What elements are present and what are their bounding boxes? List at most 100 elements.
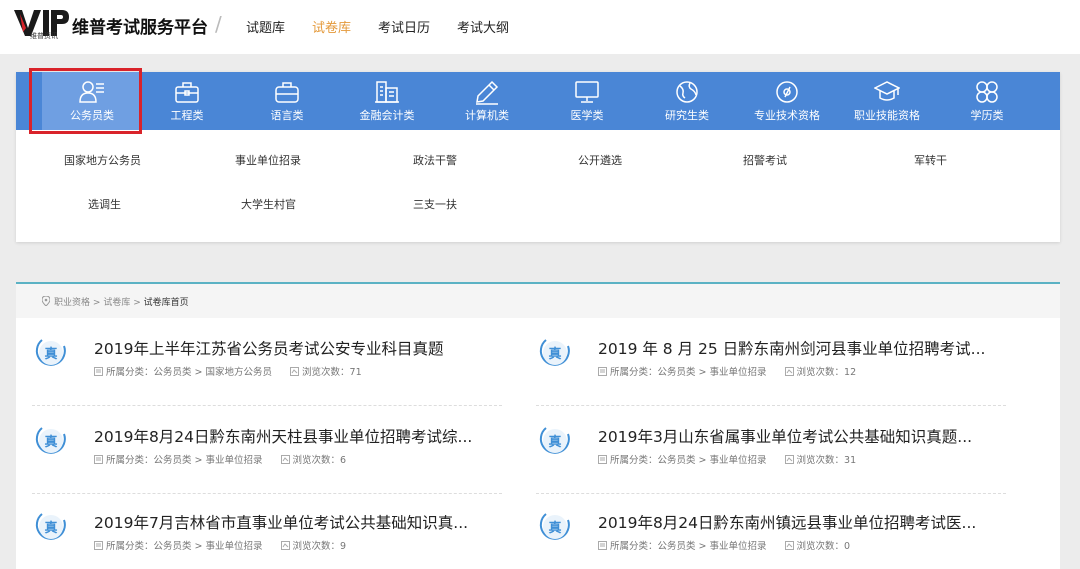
breadcrumb-separator: > [133,298,141,308]
badge-text: 真 [44,434,57,450]
title-separator: / [215,12,222,36]
category-language[interactable]: 语言类 [237,72,337,130]
subcategory-selected-graduates[interactable]: 选调生 [88,196,121,212]
category-label: 学历类 [970,109,1004,122]
paper-list-item[interactable]: 真 2019年上半年江苏省公务员考试公安专业科目真题 所属分类：公务员类 > 国家地… [32,320,502,406]
paper-category: 公务员类 > 事业单位招录 [657,455,767,466]
breadcrumb-item[interactable]: 职业资格 [54,298,90,308]
views-label: 浏览次数： [796,455,845,466]
category-icon [598,455,607,464]
at-sign-icon [776,81,798,103]
views-count: 71 [349,367,362,378]
views-label: 浏览次数： [302,367,350,378]
category-icon [598,367,607,376]
category-vocational-skill[interactable]: 职业技能资格 [837,72,937,130]
views-count: 31 [844,455,857,466]
subcategory-police-law[interactable]: 政法干警 [413,152,457,168]
views-icon [280,541,290,550]
paper-title[interactable]: 2019年7月吉林省市直事业单位考试公共基础知识真... [94,511,468,533]
category-panel: 公务员类 工程类 语言类 金融会计类 计算机类 医学类 研究生类 专业技术资格 … [16,68,1060,242]
logo-subtitle: 维普资讯 [30,32,58,40]
globe-icon [676,81,698,103]
item-divider [32,405,502,406]
views-icon [784,367,794,376]
paper-title[interactable]: 2019年8月24日黔东南州天柱县事业单位招聘考试综... [94,425,472,447]
category-computer[interactable]: 计算机类 [437,72,537,130]
platform-title[interactable]: 维普考试服务平台 [72,13,208,38]
breadcrumb: 职业资格 > 试卷库 > 试卷库首页 [16,284,1060,318]
nav-item-exam-syllabus[interactable]: 考试大纲 [457,17,509,36]
badge-text: 真 [548,520,561,536]
views-label: 浏览次数： [796,367,845,378]
category-label: 语言类 [270,109,304,122]
subcategory-public-institution[interactable]: 事业单位招录 [235,152,301,168]
monitor-icon [575,81,599,103]
real-exam-badge-icon: 真 [539,513,570,540]
subcategory-national-civil-servant[interactable]: 国家地方公务员 [64,152,141,168]
breadcrumb-trail: 职业资格 > 试卷库 > 试卷库首页 [42,295,189,308]
breadcrumb-separator: > [92,298,101,308]
paper-title[interactable]: 2019年8月24日黔东南州镇远县事业单位招聘考试医... [598,511,976,533]
paper-category: 公务员类 > 事业单位招录 [153,541,263,552]
top-header: 维普资讯 维普考试服务平台 / 试题库 试卷库 考试日历 考试大纲 [0,0,1080,54]
views-label: 浏览次数： [292,455,341,466]
real-exam-badge-icon: 真 [539,339,570,366]
views-label: 浏览次数： [292,541,341,552]
paper-category: 公务员类 > 事业单位招录 [153,455,263,466]
highlight-box [29,68,142,134]
views-icon [784,455,794,464]
views-icon [280,455,290,464]
category-finance[interactable]: 金融会计类 [337,72,437,130]
badge-text: 真 [548,346,561,362]
category-postgraduate[interactable]: 研究生类 [637,72,737,130]
breadcrumb-item[interactable]: 试卷库 [103,298,130,308]
views-icon [290,367,300,376]
subcategory-village-official[interactable]: 大学生村官 [241,196,296,212]
paper-meta: 所属分类：公务员类 > 国家地方公务员 浏览次数：71 [94,364,362,378]
category-label: 所属分类： [610,367,658,378]
views-icon [784,541,794,550]
subcategory-three-supports[interactable]: 三支一扶 [413,196,457,212]
nav-item-exam-calendar[interactable]: 考试日历 [378,17,430,36]
nav-item-question-bank[interactable]: 试题库 [246,17,285,36]
paper-list-item[interactable]: 真 2019年8月24日黔东南州镇远县事业单位招聘考试医... 所属分类：公务员类 … [536,494,1006,569]
subcategory-public-selection[interactable]: 公开遴选 [578,152,622,168]
category-label: 工程类 [170,109,204,122]
graduation-cap-icon [874,81,900,101]
category-professional-qualification[interactable]: 专业技术资格 [737,72,837,130]
views-count: 0 [844,541,851,552]
toolbox-icon [175,82,199,103]
category-label: 金融会计类 [359,109,415,122]
category-medical[interactable]: 医学类 [537,72,637,130]
paper-title[interactable]: 2019年上半年江苏省公务员考试公安专业科目真题 [94,337,443,359]
subcategory-military-transfer[interactable]: 军转干 [914,152,947,168]
real-exam-badge-icon: 真 [35,427,66,454]
category-label: 所属分类： [610,455,658,466]
paper-meta: 所属分类：公务员类 > 事业单位招录 浏览次数：9 [94,538,346,552]
paper-title[interactable]: 2019 年 8 月 25 日黔东南州剑河县事业单位招聘考试... [598,337,985,359]
category-icon [94,367,103,376]
category-label: 所属分类： [106,367,154,378]
subcategory-police-recruitment[interactable]: 招警考试 [743,152,787,168]
paper-category: 公务员类 > 国家地方公务员 [153,367,273,378]
paper-list-item[interactable]: 真 2019年7月吉林省市直事业单位考试公共基础知识真... 所属分类：公务员类 >… [32,494,502,569]
views-count: 6 [340,455,347,466]
paper-category: 公务员类 > 事业单位招录 [657,367,767,378]
briefcase-icon [275,82,299,103]
category-engineering[interactable]: 工程类 [137,72,237,130]
category-label: 医学类 [570,109,604,122]
pen-icon [476,80,499,105]
paper-list-item[interactable]: 真 2019 年 8 月 25 日黔东南州剑河县事业单位招聘考试... 所属分类：公… [536,320,1006,406]
nav-item-paper-bank[interactable]: 试卷库 [312,17,351,36]
category-label: 专业技术资格 [754,109,820,122]
paper-list-item[interactable]: 真 2019年8月24日黔东南州天柱县事业单位招聘考试综... 所属分类：公务员类 … [32,408,502,494]
real-exam-badge-icon: 真 [35,513,66,540]
category-label: 所属分类： [106,541,154,552]
paper-list-section: 职业资格 > 试卷库 > 试卷库首页 真 2019年上半年江苏省公务员考试公安专业… [16,282,1060,569]
category-education[interactable]: 学历类 [937,72,1037,130]
paper-list-item[interactable]: 真 2019年3月山东省属事业单位考试公共基础知识真题... 所属分类：公务员类 >… [536,408,1006,494]
category-bar: 公务员类 工程类 语言类 金融会计类 计算机类 医学类 研究生类 专业技术资格 … [16,68,1060,134]
badge-text: 真 [44,520,57,536]
finance-building-icon [375,81,399,103]
paper-title[interactable]: 2019年3月山东省属事业单位考试公共基础知识真题... [598,425,972,447]
